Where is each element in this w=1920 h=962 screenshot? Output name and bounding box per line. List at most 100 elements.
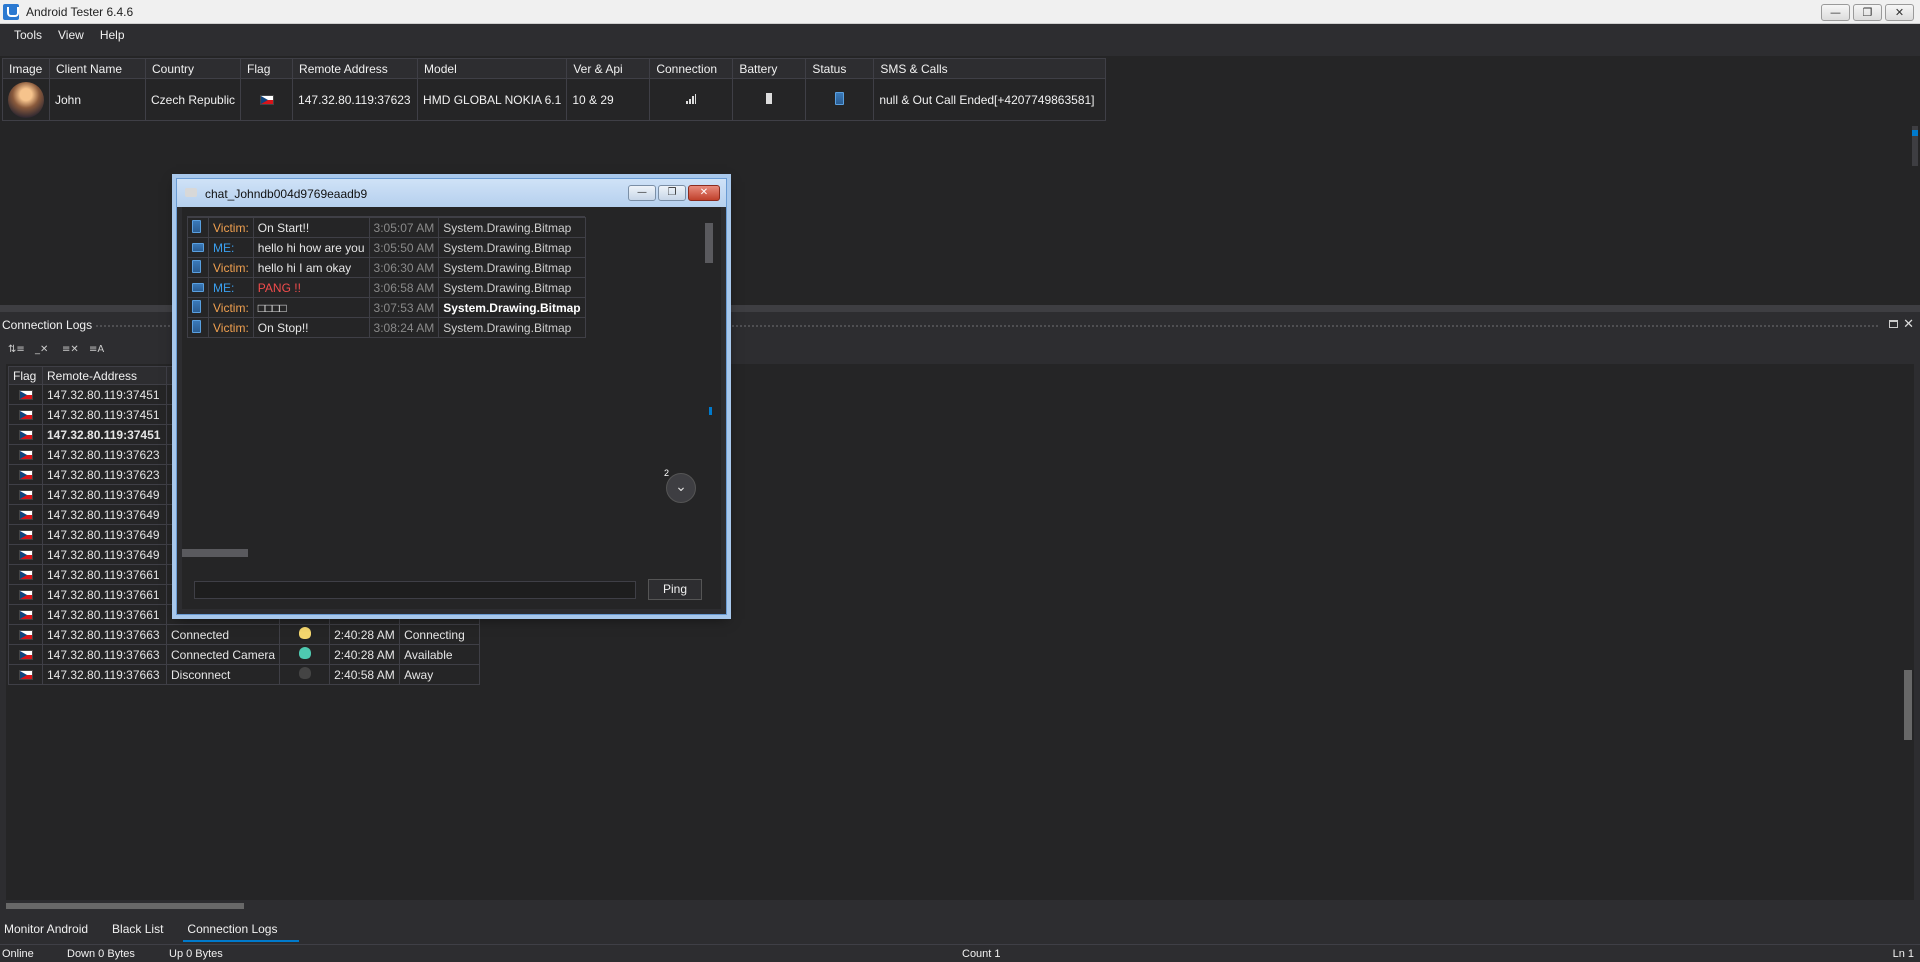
message-image: System.Drawing.Bitmap (438, 277, 586, 298)
col-remote-address[interactable]: Remote Address (292, 58, 419, 79)
message-sender: ME: (208, 237, 254, 258)
signal-icon (686, 93, 697, 104)
clients-header-row: Image Client Name Country Flag Remote Ad… (2, 58, 1107, 79)
log-remote-address: 147.32.80.119:37451 (42, 384, 167, 405)
ping-button[interactable]: Ping (648, 579, 702, 600)
col-flag[interactable]: Flag (8, 366, 43, 385)
chat-bubble-icon (185, 188, 197, 197)
chat-window[interactable]: chat_Johndb004d9769eaadb9 — ❐ ✕ Victim: … (176, 178, 727, 615)
chat-message-row[interactable]: Victim: On Start!! 3:05:07 AM System.Dra… (187, 217, 586, 238)
restore-button[interactable]: ❐ (1853, 4, 1882, 21)
clear-filter-icon[interactable]: ≡✕ (62, 344, 79, 356)
chat-message-row[interactable]: Victim: □□□□ 3:07:53 AM System.Drawing.B… (187, 297, 586, 318)
chat-message-row[interactable]: Victim: hello hi I am okay 3:06:30 AM Sy… (187, 257, 586, 278)
chat-message-row[interactable]: ME: PANG !! 3:06:58 AM System.Drawing.Bi… (187, 277, 586, 298)
log-remote-address: 147.32.80.119:37649 (42, 504, 167, 525)
col-image[interactable]: Image (2, 58, 50, 79)
message-time: 3:05:50 AM (368, 237, 440, 258)
chat-close-button[interactable]: ✕ (688, 185, 720, 201)
log-state: Connecting (399, 624, 481, 645)
log-remote-address: 147.32.80.119:37623 (42, 444, 167, 465)
client-flag-cell (240, 78, 294, 121)
log-row[interactable]: 147.32.80.119:37663 Connected 2:40:28 AM… (8, 624, 481, 645)
clear-icon[interactable]: _✕ (35, 344, 50, 356)
close-icon[interactable]: ✕ (1903, 316, 1914, 332)
chat-window-controls: — ❐ ✕ (628, 185, 720, 201)
czech-flag-icon (18, 630, 33, 641)
czech-flag-icon (18, 490, 33, 501)
text-icon[interactable]: ≡A (89, 344, 104, 356)
col-connection[interactable]: Connection (649, 58, 734, 79)
log-remote-address: 147.32.80.119:37451 (42, 404, 167, 425)
status-up: Up 0 Bytes (169, 948, 223, 960)
tab-monitor-android[interactable]: Monitor Android (4, 918, 98, 942)
chat-message-input[interactable] (194, 581, 636, 599)
message-sender: ME: (208, 277, 254, 298)
chat-column-header (187, 209, 585, 217)
scroll-down-button[interactable]: ⌄ (666, 473, 696, 503)
log-row[interactable]: 147.32.80.119:37663 Disconnect 2:40:58 A… (8, 664, 481, 685)
col-flag[interactable]: Flag (240, 58, 294, 79)
log-remote-address: 147.32.80.119:37661 (42, 564, 167, 585)
log-status: Connected (165, 624, 281, 645)
czech-flag-icon (18, 470, 33, 481)
chat-maximize-button[interactable]: ❐ (658, 185, 686, 201)
title-bar: Android Tester 6.4.6 — ❐ ✕ (0, 0, 1920, 24)
menu-tools[interactable]: Tools (6, 24, 50, 48)
client-row[interactable]: John Czech Republic 147.32.80.119:37623 … (2, 78, 1107, 121)
col-sms-calls[interactable]: SMS & Calls (873, 58, 1107, 79)
log-row[interactable]: 147.32.80.119:37663 Connected Camera 2:4… (8, 644, 481, 665)
chat-horizontal-scrollbar[interactable] (182, 549, 248, 557)
skull-icon (298, 667, 311, 679)
status-line: Ln 1 (1892, 948, 1914, 960)
col-country[interactable]: Country (144, 58, 242, 79)
window-controls: — ❐ ✕ (1821, 4, 1914, 21)
client-image-cell (2, 78, 50, 121)
col-model[interactable]: Model (417, 58, 568, 79)
menu-view[interactable]: View (50, 24, 92, 48)
chat-vertical-scrollbar[interactable] (705, 223, 713, 263)
tab-black-list[interactable]: Black List (112, 918, 173, 942)
maximize-icon[interactable] (1889, 320, 1898, 328)
chat-minimize-button[interactable]: — (628, 185, 656, 201)
col-client-name[interactable]: Client Name (49, 58, 146, 79)
tab-connection-logs[interactable]: Connection Logs (183, 918, 300, 942)
client-country: Czech Republic (144, 78, 242, 121)
close-button[interactable]: ✕ (1885, 4, 1914, 21)
scrollbar-thumb[interactable] (6, 903, 244, 909)
log-time: 2:40:58 AM (329, 664, 401, 685)
czech-flag-icon (18, 510, 33, 521)
chat-messages: Victim: On Start!! 3:05:07 AM System.Dra… (182, 207, 715, 547)
log-remote-address: 147.32.80.119:37661 (42, 604, 167, 625)
logs-horizontal-scrollbar[interactable] (6, 902, 1896, 910)
log-status: Disconnect (165, 664, 281, 685)
laptop-icon (192, 282, 204, 292)
log-status: Connected Camera (165, 644, 281, 665)
message-text: hello hi I am okay (252, 257, 370, 278)
czech-flag-icon (18, 670, 33, 681)
logs-vertical-scrollbar[interactable] (1904, 670, 1912, 740)
client-ver-api: 10 & 29 (566, 78, 651, 121)
chat-message-row[interactable]: Victim: On Stop!! 3:08:24 AM System.Draw… (187, 317, 586, 338)
minimize-button[interactable]: — (1821, 4, 1850, 21)
message-time: 3:08:24 AM (368, 317, 440, 338)
col-battery[interactable]: Battery (732, 58, 807, 79)
czech-flag-icon (18, 530, 33, 541)
skull-icon (298, 627, 311, 639)
status-online: Online (2, 948, 34, 960)
chat-body: Victim: On Start!! 3:05:07 AM System.Dra… (182, 207, 721, 609)
chat-message-row[interactable]: ME: hello hi how are you 3:05:50 AM Syst… (187, 237, 586, 258)
message-image: System.Drawing.Bitmap (438, 317, 586, 338)
status-bar: Online Down 0 Bytes Up 0 Bytes Count 1 L… (0, 944, 1920, 962)
message-sender: Victim: (208, 257, 254, 278)
message-time: 3:06:58 AM (368, 277, 440, 298)
col-ver-api[interactable]: Ver & Api (566, 58, 651, 79)
chat-title-bar[interactable]: chat_Johndb004d9769eaadb9 — ❐ ✕ (177, 179, 726, 207)
status-down: Down 0 Bytes (67, 948, 135, 960)
col-remote-address[interactable]: Remote-Address (42, 366, 167, 385)
sort-icon[interactable]: ⇅≡ (8, 344, 25, 356)
phone-icon (835, 91, 845, 105)
col-status[interactable]: Status (805, 58, 875, 79)
menu-help[interactable]: Help (92, 24, 133, 48)
phone-icon (192, 219, 201, 233)
